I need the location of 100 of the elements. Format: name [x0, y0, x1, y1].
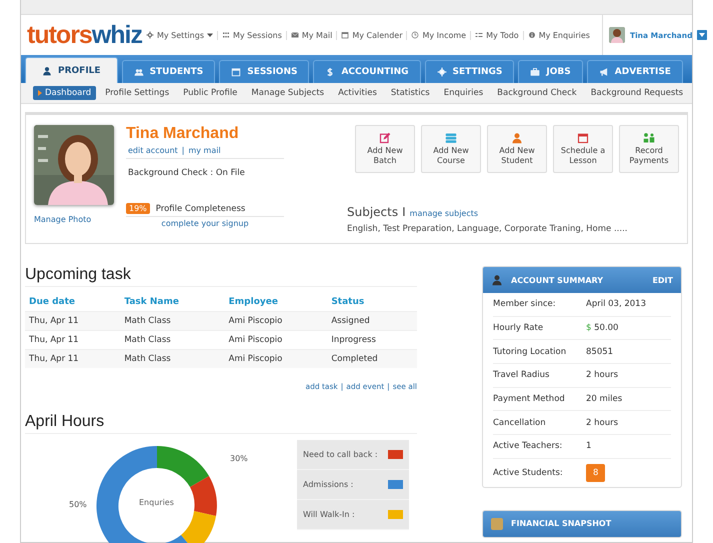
mail-icon — [290, 31, 299, 39]
summary-label: Payment Method — [493, 394, 566, 404]
action-button[interactable]: Add New Batch — [355, 125, 415, 173]
summary-value: 2 hours — [586, 370, 618, 380]
subnav-link[interactable]: Manage Subjects — [246, 86, 330, 100]
top-link[interactable]: My Todo — [470, 30, 523, 40]
legend-label: Admissions : — [303, 480, 354, 489]
person-icon — [511, 132, 523, 144]
table-cell: Thu, Apr 11 — [25, 330, 120, 350]
top-link[interactable]: My Mail — [286, 30, 336, 40]
nav-tab[interactable]: SESSIONS — [219, 60, 310, 83]
gear-icon — [146, 31, 154, 39]
top-link[interactable]: My Income — [406, 30, 470, 40]
summary-label: Member since: — [493, 299, 557, 310]
legend-label: Need to call back : — [303, 450, 378, 459]
nav-tab[interactable]: ADVERTISE — [586, 60, 683, 83]
column-header: Due date — [25, 293, 120, 312]
summary-value: 2 hours — [586, 418, 618, 428]
table-cell: Math Class — [120, 350, 225, 368]
count-badge: 8 — [586, 464, 606, 482]
caret-icon — [207, 32, 213, 38]
panel-title: ACCOUNT SUMMARY — [511, 276, 604, 284]
action-button[interactable]: Schedule a Lesson — [553, 125, 613, 173]
table-cell: Thu, Apr 11 — [25, 350, 120, 368]
stack-icon — [445, 132, 457, 144]
grid-icon — [222, 31, 230, 39]
top-link[interactable]: My Sessions — [217, 30, 286, 40]
summary-label: Hourly Rate — [493, 323, 544, 334]
column-header: Employee — [224, 293, 328, 312]
subnav-link[interactable]: Activities — [333, 86, 382, 100]
logo[interactable]: tutorswhiz — [27, 20, 142, 50]
subnav-link[interactable]: Dashboard — [33, 86, 96, 100]
summary-value: April 03, 2013 — [586, 299, 646, 310]
top-link[interactable]: My Calender — [336, 30, 406, 40]
action-button[interactable]: Add New Student — [487, 125, 547, 173]
dollar-icon — [325, 67, 336, 77]
people-icon — [134, 67, 144, 77]
edit-icon — [379, 132, 391, 144]
legend-label: Will Walk-In : — [303, 510, 355, 519]
megaphone-icon — [598, 67, 609, 77]
nav-tab[interactable]: JOBS — [518, 60, 583, 83]
subnav-link[interactable]: Enquiries — [438, 86, 488, 100]
gear-icon — [436, 67, 447, 77]
nav-tab[interactable]: STUDENTS — [122, 60, 216, 83]
column-header: Status — [327, 293, 417, 312]
manage-photo-link[interactable]: Manage Photo — [34, 215, 116, 224]
separator: | — [182, 146, 184, 155]
list-icon — [475, 31, 484, 39]
avatar — [608, 27, 625, 43]
donut-center-label: Enquries — [139, 498, 174, 507]
subnav-link[interactable]: Public Profile — [178, 86, 242, 100]
table-cell: Ami Piscopio — [224, 330, 328, 350]
background-check-text: Background Check : On File — [127, 167, 246, 180]
info-icon — [528, 31, 536, 39]
nav-tab[interactable]: SETTINGS — [424, 60, 514, 83]
subnav-link[interactable]: Statistics — [386, 86, 435, 100]
completeness-label: Profile Completeness — [156, 204, 246, 214]
expand-icon[interactable] — [697, 30, 708, 40]
table-cell: Thu, Apr 11 — [25, 312, 120, 330]
subjects-title: Subjects — [347, 205, 398, 219]
action-button[interactable]: Add New Course — [421, 125, 481, 173]
section-title: April Hours — [25, 413, 417, 434]
summary-label: Active Teachers: — [493, 441, 564, 452]
summary-value: $ 50.00 — [586, 323, 618, 334]
person-icon — [491, 274, 503, 286]
separator: I — [402, 205, 406, 219]
top-link[interactable]: My Enquiries — [522, 30, 594, 40]
subnav-link[interactable]: Background Check — [492, 86, 582, 100]
top-link[interactable]: My Settings — [142, 30, 217, 40]
profile-name: Tina Marchand — [126, 125, 240, 143]
summary-label: Travel Radius — [493, 370, 550, 380]
table-cell: Ami Piscopio — [224, 312, 328, 330]
profile-link[interactable]: my mail — [188, 146, 221, 155]
clock-icon — [411, 31, 420, 39]
manage-subjects-link[interactable]: manage subjects — [410, 209, 478, 218]
section-title: Upcoming task — [25, 266, 417, 287]
action-button[interactable]: Record Payments — [619, 125, 679, 173]
signup-link[interactable]: complete your signup — [126, 217, 284, 228]
subnav-link[interactable]: Profile Settings — [100, 86, 174, 100]
table-cell: Math Class — [120, 312, 225, 330]
subjects-list: English, Test Preparation, Language, Corporate Traning, Home ..... — [347, 224, 679, 234]
calendar-icon — [231, 67, 242, 77]
money-icon — [643, 132, 655, 144]
table-cell: Completed — [327, 350, 417, 368]
profile-link[interactable]: edit account — [128, 146, 178, 155]
column-header: Task Name — [120, 293, 225, 312]
person-icon — [42, 66, 52, 76]
nav-tab[interactable]: ACCOUNTING — [313, 60, 421, 83]
calendar-icon — [577, 132, 589, 144]
nav-tab[interactable]: PROFILE — [25, 57, 118, 83]
summary-value: 20 miles — [586, 394, 622, 404]
summary-label: Active Students: — [493, 468, 564, 478]
table-cell: Assigned — [327, 312, 417, 330]
summary-label: Cancellation — [493, 418, 547, 428]
table-cell: Ami Piscopio — [224, 350, 328, 368]
panel-title: FINANCIAL SNAPSHOT — [511, 519, 612, 528]
summary-value: 1 — [586, 441, 592, 452]
subnav-link[interactable]: Background Requests — [586, 86, 688, 100]
edit-link[interactable]: EDIT — [652, 276, 673, 284]
calendar-icon — [341, 31, 350, 39]
